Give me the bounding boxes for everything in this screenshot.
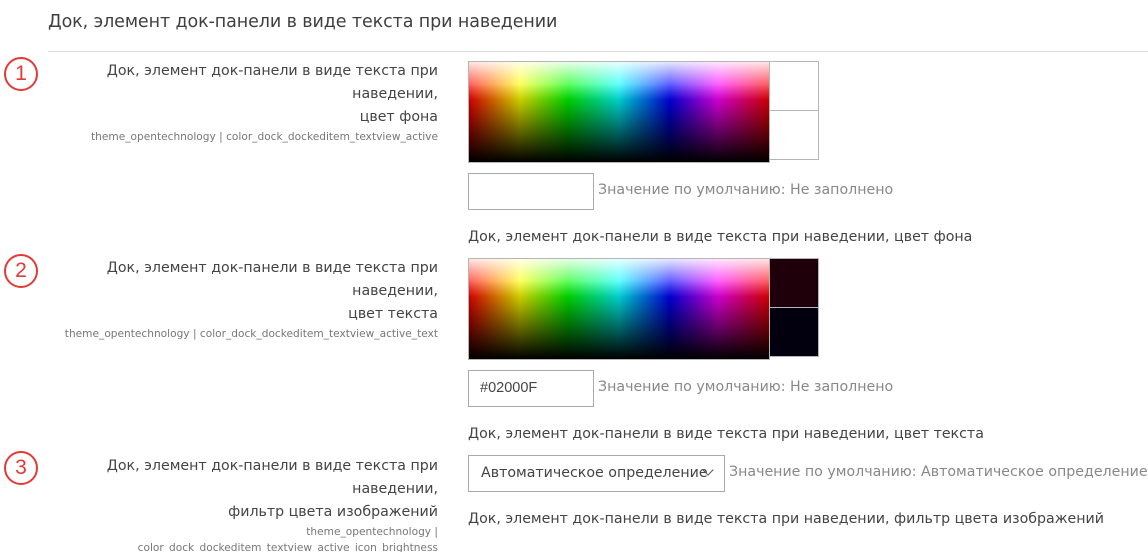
setting-label-text: Док, элемент док-панели в виде текста пр… (18, 60, 438, 129)
color-swatch-previous[interactable] (769, 110, 819, 160)
setting-label: Док, элемент док-панели в виде текста пр… (18, 257, 438, 342)
default-value-note: Значение по умолчанию: Не заполнено (598, 379, 894, 395)
setting-key-line2: color_dock_dockeditem_textview_active_ic… (137, 542, 438, 552)
setting-label: Док, элемент док-панели в виде текста пр… (18, 455, 438, 552)
setting-key: theme_opentechnology | color_dock_docked… (91, 131, 438, 143)
setting-label-line1: Док, элемент док-панели в виде текста пр… (106, 260, 438, 299)
default-value-note: Значение по умолчанию: Автоматическое оп… (729, 464, 1148, 480)
setting-description: Док, элемент док-панели в виде текста пр… (468, 229, 973, 245)
setting-label-line2: фильтр цвета изображений (228, 504, 438, 520)
brightness-filter-select[interactable]: Автоматическое определение (468, 455, 725, 492)
setting-label-text: Док, элемент док-панели в виде текста пр… (18, 257, 438, 326)
setting-key: theme_opentechnology | color_dock_docked… (64, 328, 438, 340)
color-picker-spectrum[interactable] (468, 258, 770, 360)
setting-label-line1: Док, элемент док-панели в виде текста пр… (106, 458, 438, 497)
setting-label-text: Док, элемент док-панели в виде текста пр… (18, 455, 438, 524)
default-value-note: Значение по умолчанию: Не заполнено (598, 182, 894, 198)
setting-key: theme_opentechnology | color_dock_docked… (18, 524, 438, 552)
setting-description: Док, элемент док-панели в виде текста пр… (468, 511, 1104, 527)
color-value-input[interactable] (468, 173, 594, 210)
select-value: Автоматическое определение (481, 465, 708, 481)
color-value-input[interactable]: #02000F (468, 370, 594, 407)
color-swatch-previous[interactable] (769, 307, 819, 357)
section-divider (48, 51, 1148, 52)
setting-label-line2: цвет текста (348, 306, 438, 322)
color-swatch-current (769, 258, 819, 308)
setting-key-line1: theme_opentechnology | (306, 526, 438, 538)
setting-label-line1: Док, элемент док-панели в виде текста пр… (106, 63, 438, 102)
setting-label: Док, элемент док-панели в виде текста пр… (18, 60, 438, 145)
color-picker-spectrum[interactable] (468, 61, 770, 163)
color-swatch-current (769, 61, 819, 111)
setting-description: Док, элемент док-панели в виде текста пр… (468, 426, 984, 442)
setting-label-line2: цвет фона (359, 109, 438, 125)
section-title: Док, элемент док-панели в виде текста пр… (48, 12, 558, 32)
